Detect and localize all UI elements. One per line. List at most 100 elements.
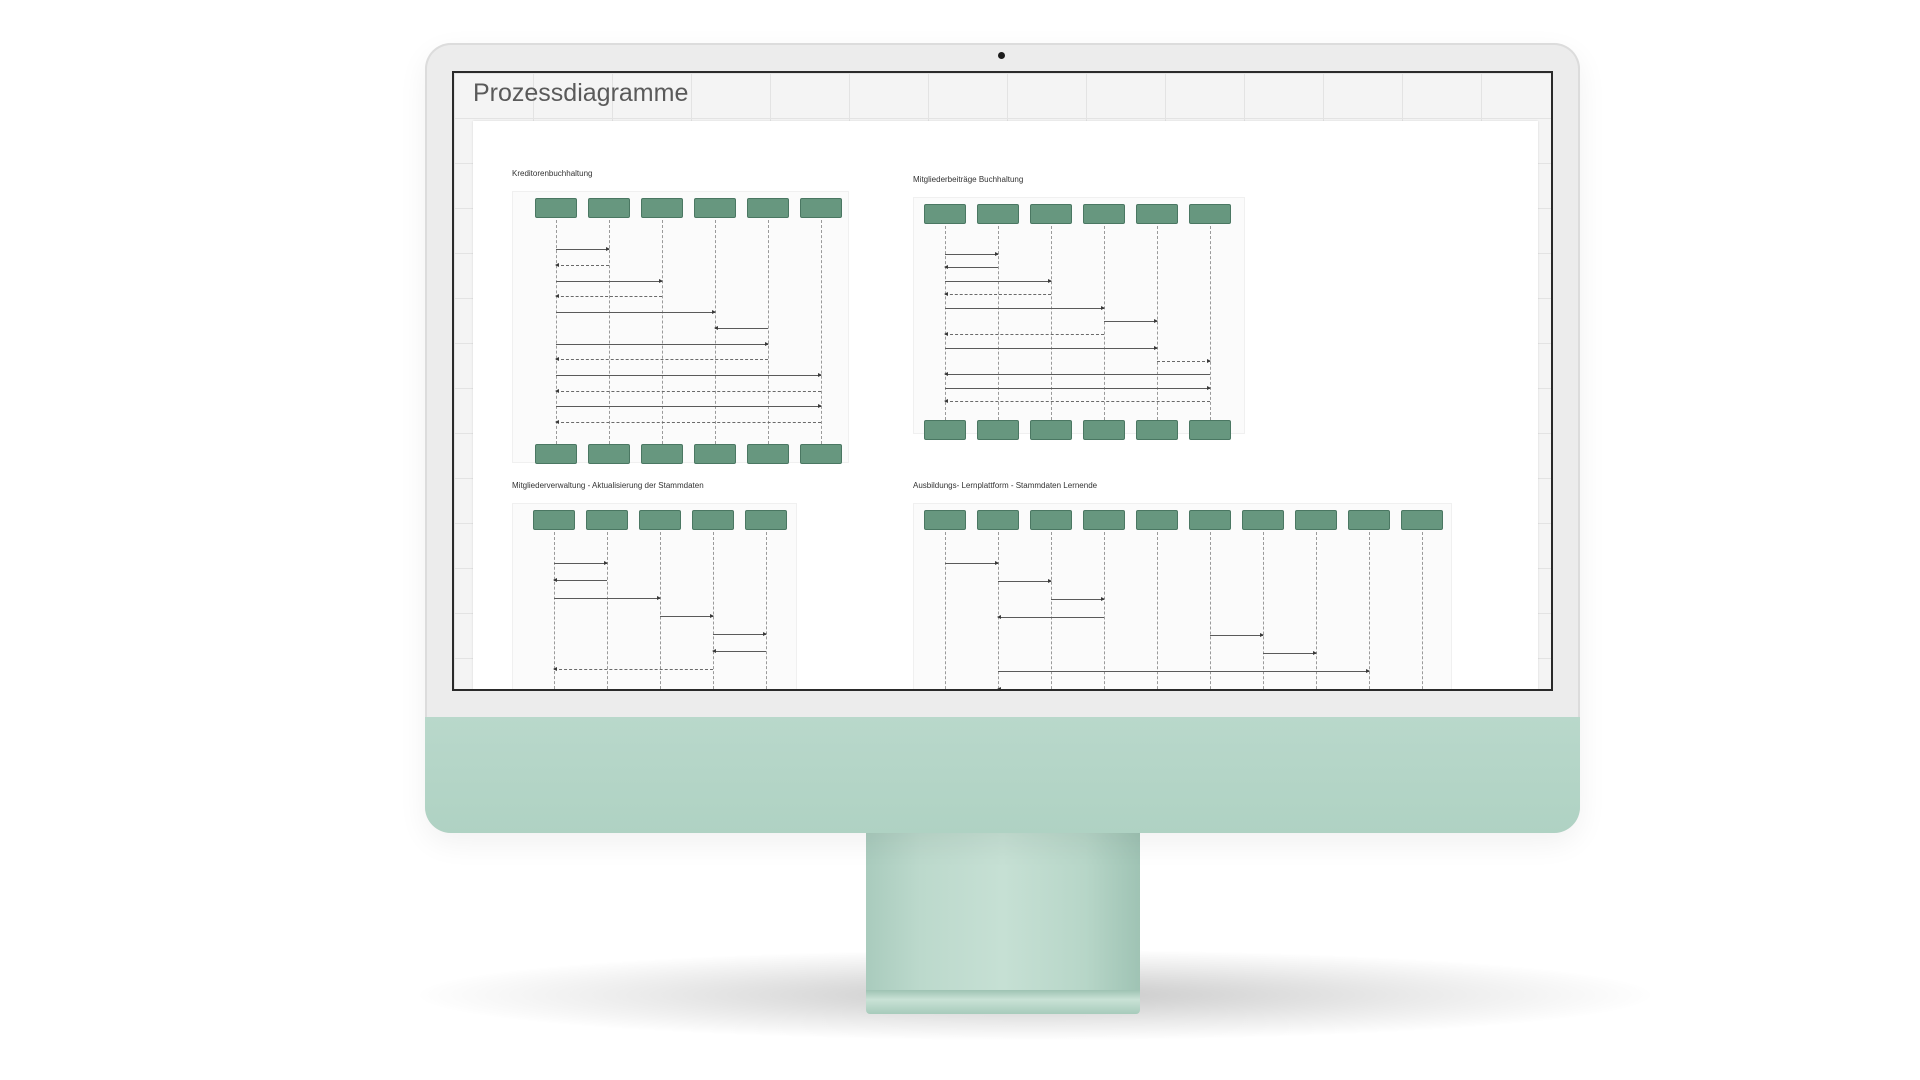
actor-box: [800, 198, 842, 218]
lifeline: [609, 220, 610, 444]
arrowhead: [1207, 385, 1211, 390]
actor-box: [745, 510, 787, 530]
actor-box: [694, 444, 736, 464]
diagram-title: Kreditorenbuchhaltung: [512, 169, 593, 178]
message-arrow: [945, 560, 999, 565]
monitor-chin: [425, 717, 1580, 833]
message-arrow: [997, 614, 1104, 619]
sequence-diagram: [913, 503, 1452, 689]
actor-box: [535, 444, 577, 464]
actor-box: [1136, 204, 1178, 224]
lifeline: [607, 532, 608, 689]
arrowhead: [712, 649, 716, 654]
actor-box: [641, 444, 683, 464]
lifeline: [1157, 532, 1158, 689]
message-arrow: [944, 399, 1210, 404]
message-arrow: [556, 404, 822, 409]
arrowhead: [553, 667, 557, 672]
lifeline: [1051, 532, 1052, 689]
arrowhead: [995, 560, 999, 565]
arrowhead: [763, 631, 767, 636]
actor-box: [747, 198, 789, 218]
arrowhead: [555, 294, 559, 299]
arrowhead: [710, 613, 714, 618]
message-arrow: [944, 332, 1104, 337]
arrowhead: [997, 614, 1001, 619]
arrowhead: [604, 560, 608, 565]
message-arrow: [945, 385, 1211, 390]
lifeline: [1104, 226, 1105, 420]
message-arrow: [998, 578, 1052, 583]
lifeline: [1263, 532, 1264, 689]
diagram-title: Ausbildungs- Lernplattform - Stammdaten …: [913, 481, 1098, 490]
actor-box: [1030, 420, 1072, 440]
lifeline: [945, 226, 946, 420]
arrowhead: [1154, 318, 1158, 323]
lifeline: [1210, 226, 1211, 420]
message-arrow: [556, 310, 716, 315]
arrowhead: [944, 332, 948, 337]
message-arrow: [1104, 318, 1158, 323]
arrowhead: [712, 310, 716, 315]
actor-box: [1083, 510, 1125, 530]
actor-box: [1083, 420, 1125, 440]
arrowhead: [555, 357, 559, 362]
message-arrow: [1210, 632, 1264, 637]
lifeline: [1051, 226, 1052, 420]
actor-box: [924, 420, 966, 440]
lifeline: [1316, 532, 1317, 689]
actor-box: [1348, 510, 1390, 530]
lifeline: [998, 532, 999, 689]
arrowhead: [818, 404, 822, 409]
message-arrow: [555, 294, 662, 299]
message-arrow: [554, 560, 608, 565]
page-title: Prozessdiagramme: [473, 79, 689, 107]
lifeline: [1157, 226, 1158, 420]
arrowhead: [553, 578, 557, 583]
lifeline: [715, 220, 716, 444]
actor-box: [1242, 510, 1284, 530]
actor-box: [924, 510, 966, 530]
lifeline: [556, 220, 557, 444]
actor-box: [1189, 510, 1231, 530]
actor-box: [588, 444, 630, 464]
arrowhead: [659, 278, 663, 283]
actor-box: [692, 510, 734, 530]
camera-icon: [998, 52, 1005, 59]
message-arrow: [945, 278, 1052, 283]
message-arrow: [555, 357, 768, 362]
arrowhead: [997, 686, 1001, 689]
arrowhead: [1207, 359, 1211, 364]
lifeline: [1210, 532, 1211, 689]
lifeline: [713, 532, 714, 689]
arrowhead: [657, 596, 661, 601]
arrowhead: [1048, 578, 1052, 583]
sequence-diagram: [512, 503, 797, 689]
message-arrow: [555, 263, 609, 268]
screen: Prozessdiagramme Kreditorenbuchhaltung M…: [452, 71, 1553, 691]
arrowhead: [1101, 596, 1105, 601]
arrowhead: [606, 247, 610, 252]
actor-box: [747, 444, 789, 464]
actor-box: [535, 198, 577, 218]
message-arrow: [556, 372, 822, 377]
arrowhead: [818, 372, 822, 377]
actor-box: [1030, 510, 1072, 530]
diagram-canvas[interactable]: Kreditorenbuchhaltung Mitgliederbeiträge…: [473, 121, 1538, 689]
app-display: Prozessdiagramme Kreditorenbuchhaltung M…: [454, 73, 1551, 689]
actor-box: [586, 510, 628, 530]
message-arrow: [944, 292, 1051, 297]
actor-box: [1136, 510, 1178, 530]
actor-box: [800, 444, 842, 464]
message-arrow: [660, 613, 714, 618]
message-arrow: [553, 578, 607, 583]
arrowhead: [944, 292, 948, 297]
arrowhead: [765, 341, 769, 346]
message-arrow: [945, 345, 1158, 350]
actor-box: [1136, 420, 1178, 440]
actor-box: [641, 198, 683, 218]
lifeline: [660, 532, 661, 689]
message-arrow: [713, 631, 767, 636]
arrowhead: [1154, 345, 1158, 350]
arrowhead: [1101, 305, 1105, 310]
